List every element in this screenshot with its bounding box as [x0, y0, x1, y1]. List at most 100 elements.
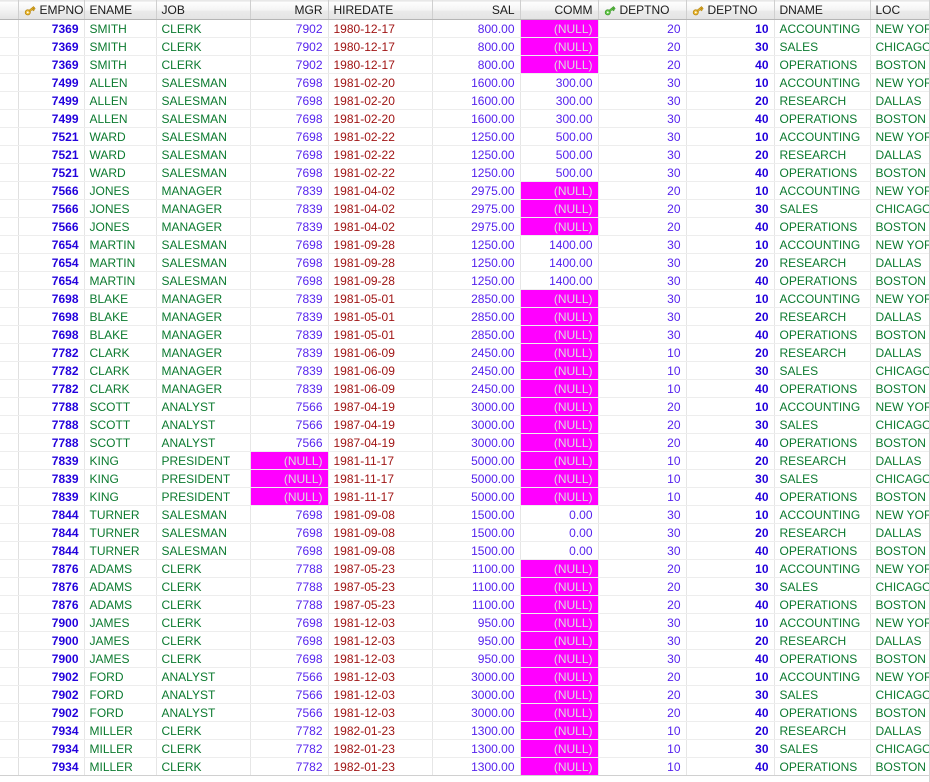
cell-dname[interactable]: RESEARCH	[774, 145, 871, 164]
column-header-hiredate[interactable]: HIREDATE	[328, 0, 433, 20]
cell-dname[interactable]: ACCOUNTING	[774, 397, 871, 416]
cell-deptno2[interactable]: 20	[686, 451, 775, 470]
cell-mgr[interactable]: 7839	[250, 181, 329, 200]
cell-sal[interactable]: 1300.00	[432, 757, 521, 776]
cell-mgr[interactable]: 7698	[250, 145, 329, 164]
row-header-gutter[interactable]	[0, 541, 19, 560]
column-header-job[interactable]: JOB	[156, 0, 251, 20]
table-row[interactable]: 7698 BLAKE MANAGER 7839 1981-05-01 2850.00 (NU…	[0, 307, 929, 326]
cell-deptno[interactable]: 30	[598, 253, 687, 272]
cell-job[interactable]: PRESIDENT	[156, 469, 251, 488]
cell-hiredate[interactable]: 1981-04-02	[328, 199, 433, 218]
cell-comm-null[interactable]: (NULL)	[520, 217, 599, 236]
cell-job[interactable]: CLERK	[156, 595, 251, 614]
table-row[interactable]: 7521 WARD SALESMAN 7698 1981-02-22 1250.00 500…	[0, 163, 929, 182]
cell-mgr[interactable]: 7698	[250, 541, 329, 560]
cell-comm-null[interactable]: (NULL)	[520, 343, 599, 362]
cell-loc[interactable]: CHICAGO	[870, 199, 929, 218]
cell-loc[interactable]: DALLAS	[870, 523, 929, 542]
cell-hiredate[interactable]: 1981-06-09	[328, 343, 433, 362]
cell-empno[interactable]: 7521	[18, 145, 85, 164]
cell-job[interactable]: CLERK	[156, 757, 251, 776]
cell-dname[interactable]: RESEARCH	[774, 523, 871, 542]
cell-sal[interactable]: 2850.00	[432, 307, 521, 326]
cell-dname[interactable]: SALES	[774, 469, 871, 488]
cell-deptno[interactable]: 20	[598, 415, 687, 434]
cell-empno[interactable]: 7521	[18, 163, 85, 182]
cell-comm-null[interactable]: (NULL)	[520, 739, 599, 758]
cell-deptno2[interactable]: 20	[686, 721, 775, 740]
row-header-gutter[interactable]	[0, 271, 19, 290]
cell-sal[interactable]: 1250.00	[432, 127, 521, 146]
cell-ename[interactable]: JAMES	[84, 649, 157, 668]
cell-comm[interactable]: 300.00	[520, 109, 599, 128]
cell-mgr[interactable]: 7902	[250, 37, 329, 56]
cell-loc[interactable]: BOSTON	[870, 109, 929, 128]
cell-deptno2[interactable]: 10	[686, 397, 775, 416]
cell-job[interactable]: SALESMAN	[156, 163, 251, 182]
cell-mgr[interactable]: 7566	[250, 415, 329, 434]
cell-empno[interactable]: 7876	[18, 595, 85, 614]
table-row[interactable]: 7934 MILLER CLERK 7782 1982-01-23 1300.00 (NUL…	[0, 757, 929, 776]
cell-job[interactable]: SALESMAN	[156, 91, 251, 110]
cell-job[interactable]: CLERK	[156, 55, 251, 74]
cell-job[interactable]: MANAGER	[156, 307, 251, 326]
cell-deptno[interactable]: 10	[598, 361, 687, 380]
cell-mgr[interactable]: 7566	[250, 685, 329, 704]
cell-mgr[interactable]: 7698	[250, 127, 329, 146]
cell-loc[interactable]: NEW YORK	[870, 667, 929, 686]
table-row[interactable]: 7499 ALLEN SALESMAN 7698 1981-02-20 1600.00 30…	[0, 73, 929, 92]
cell-empno[interactable]: 7900	[18, 649, 85, 668]
cell-comm[interactable]: 1400.00	[520, 235, 599, 254]
cell-comm-null[interactable]: (NULL)	[520, 199, 599, 218]
cell-deptno2[interactable]: 40	[686, 541, 775, 560]
cell-loc[interactable]: NEW YORK	[870, 73, 929, 92]
cell-sal[interactable]: 2850.00	[432, 325, 521, 344]
cell-deptno[interactable]: 20	[598, 703, 687, 722]
table-row[interactable]: 7934 MILLER CLERK 7782 1982-01-23 1300.00 (NUL…	[0, 721, 929, 740]
cell-deptno2[interactable]: 40	[686, 271, 775, 290]
cell-deptno2[interactable]: 10	[686, 19, 775, 38]
cell-hiredate[interactable]: 1982-01-23	[328, 739, 433, 758]
cell-sal[interactable]: 1500.00	[432, 523, 521, 542]
cell-empno[interactable]: 7521	[18, 127, 85, 146]
cell-sal[interactable]: 1250.00	[432, 271, 521, 290]
cell-dname[interactable]: ACCOUNTING	[774, 181, 871, 200]
cell-sal[interactable]: 3000.00	[432, 685, 521, 704]
cell-hiredate[interactable]: 1981-09-08	[328, 541, 433, 560]
cell-dname[interactable]: SALES	[774, 199, 871, 218]
cell-deptno2[interactable]: 10	[686, 235, 775, 254]
cell-ename[interactable]: WARD	[84, 127, 157, 146]
cell-empno[interactable]: 7698	[18, 289, 85, 308]
cell-hiredate[interactable]: 1981-11-17	[328, 469, 433, 488]
cell-loc[interactable]: CHICAGO	[870, 37, 929, 56]
cell-comm-null[interactable]: (NULL)	[520, 433, 599, 452]
cell-dname[interactable]: OPERATIONS	[774, 325, 871, 344]
cell-loc[interactable]: NEW YORK	[870, 127, 929, 146]
cell-sal[interactable]: 3000.00	[432, 397, 521, 416]
row-header-gutter[interactable]	[0, 127, 19, 146]
row-header-gutter[interactable]	[0, 145, 19, 164]
cell-sal[interactable]: 800.00	[432, 55, 521, 74]
cell-deptno[interactable]: 30	[598, 289, 687, 308]
cell-job[interactable]: MANAGER	[156, 325, 251, 344]
grid-body[interactable]: 7369 SMITH CLERK 7902 1980-12-17 800.00 (NULL)…	[0, 19, 929, 776]
cell-loc[interactable]: DALLAS	[870, 307, 929, 326]
cell-ename[interactable]: CLARK	[84, 361, 157, 380]
cell-mgr[interactable]: 7788	[250, 559, 329, 578]
cell-dname[interactable]: ACCOUNTING	[774, 505, 871, 524]
cell-deptno[interactable]: 30	[598, 145, 687, 164]
cell-ename[interactable]: JONES	[84, 181, 157, 200]
cell-job[interactable]: CLERK	[156, 613, 251, 632]
cell-empno[interactable]: 7369	[18, 19, 85, 38]
cell-hiredate[interactable]: 1987-05-23	[328, 577, 433, 596]
cell-deptno[interactable]: 30	[598, 127, 687, 146]
cell-dname[interactable]: RESEARCH	[774, 253, 871, 272]
row-header-gutter[interactable]	[0, 19, 19, 38]
table-row[interactable]: 7788 SCOTT ANALYST 7566 1987-04-19 3000.00 (NU…	[0, 397, 929, 416]
cell-dname[interactable]: OPERATIONS	[774, 55, 871, 74]
row-header-gutter[interactable]	[0, 289, 19, 308]
cell-empno[interactable]: 7900	[18, 613, 85, 632]
table-row[interactable]: 7844 TURNER SALESMAN 7698 1981-09-08 1500.00 0…	[0, 541, 929, 560]
cell-hiredate[interactable]: 1981-09-28	[328, 253, 433, 272]
